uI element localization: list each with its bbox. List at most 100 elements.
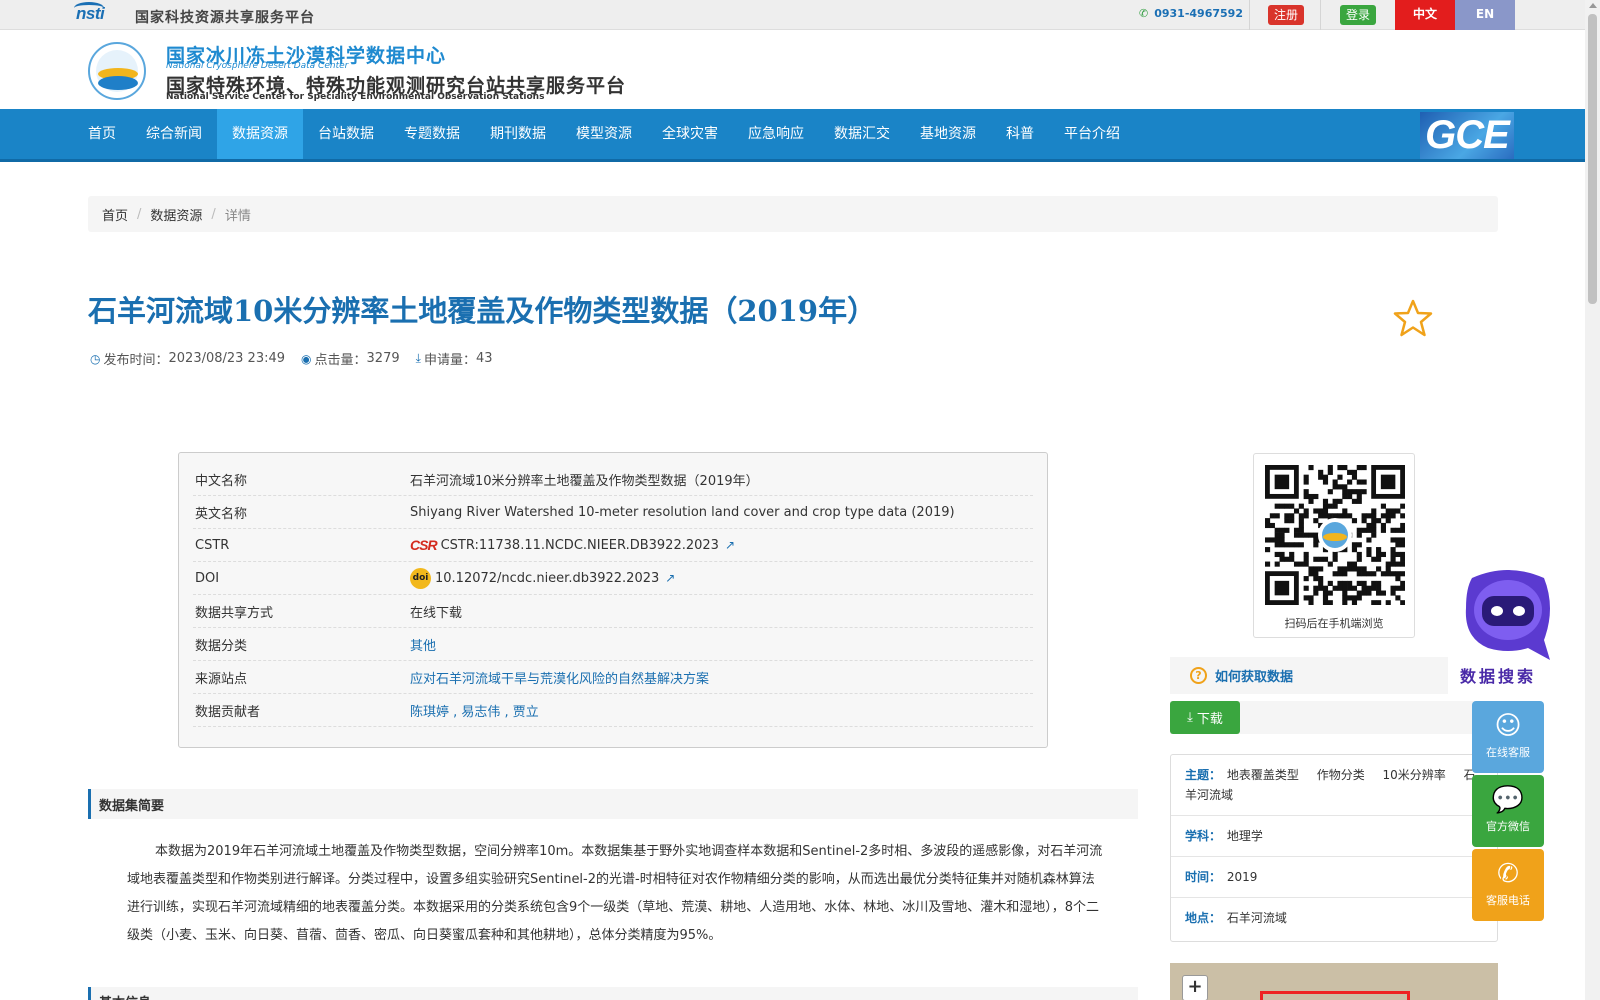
info-value-share-method: 在线下载 bbox=[410, 605, 463, 621]
theme-row: 主题： 地表覆盖类型 作物分类 10米分辨率 石羊河流域 bbox=[1171, 755, 1497, 816]
doi-text[interactable]: 10.12072/ncdc.nieer.db3922.2023 bbox=[435, 571, 659, 586]
data-search-label[interactable]: 数据搜索 bbox=[1460, 663, 1536, 687]
theme-label: 主题： bbox=[1185, 768, 1222, 782]
time-tag[interactable]: 2019 bbox=[1227, 870, 1258, 884]
info-row-contributors: 数据贡献者 陈琪婷 , 易志伟 , 贾立 bbox=[193, 694, 1033, 727]
nav-item-news[interactable]: 综合新闻 bbox=[131, 109, 217, 159]
info-row-doi: DOI doi 10.12072/ncdc.nieer.db3922.2023 … bbox=[193, 562, 1033, 595]
nav-item-emergency[interactable]: 应急响应 bbox=[733, 109, 819, 159]
info-value-doi: doi 10.12072/ncdc.nieer.db3922.2023 ↗ bbox=[410, 567, 675, 589]
info-value-source-station-link[interactable]: 应对石羊河流域干旱与荒漠化风险的自然基解决方案 bbox=[410, 668, 709, 687]
nav-item-data-resources[interactable]: 数据资源 bbox=[217, 109, 303, 159]
nav-item-about[interactable]: 平台介绍 bbox=[1049, 109, 1135, 159]
info-row-category: 数据分类 其他 bbox=[193, 628, 1033, 661]
breadcrumb-home[interactable]: 首页 bbox=[102, 205, 128, 224]
info-value-category-link[interactable]: 其他 bbox=[410, 635, 436, 654]
external-link-icon[interactable]: ↗ bbox=[725, 538, 735, 552]
theme-tag[interactable]: 作物分类 bbox=[1317, 768, 1365, 782]
center-emblem-logo[interactable] bbox=[88, 42, 146, 100]
external-link-icon[interactable]: ↗ bbox=[665, 571, 675, 585]
info-key: 中文名称 bbox=[195, 473, 248, 489]
cstr-text[interactable]: CSTR:11738.11.NCDC.NIEER.DB3922.2023 bbox=[441, 538, 719, 553]
discipline-tag[interactable]: 地理学 bbox=[1227, 829, 1263, 843]
place-tag[interactable]: 石羊河流域 bbox=[1227, 911, 1287, 925]
nav-item-topic-data[interactable]: 专题数据 bbox=[389, 109, 475, 159]
info-row-share-method: 数据共享方式 在线下载 bbox=[193, 595, 1033, 628]
service-name-en: National Service Center for Speciality E… bbox=[166, 92, 545, 102]
info-value-cstr: CSR CSTR:11738.11.NCDC.NIEER.DB3922.2023… bbox=[410, 537, 735, 553]
time-row: 时间： 2019 bbox=[1171, 857, 1497, 898]
breadcrumb-separator: / bbox=[137, 206, 142, 222]
breadcrumb: 首页 / 数据资源 / 详情 bbox=[88, 196, 1498, 232]
click-count: ◉ 点击量： 3279 bbox=[301, 351, 400, 368]
info-key: 英文名称 bbox=[195, 506, 248, 522]
phone-number: ✆ 0931-4967592 bbox=[1139, 7, 1243, 20]
nav-item-model-resources[interactable]: 模型资源 bbox=[561, 109, 647, 159]
online-service-button[interactable]: ☺ 在线客服 bbox=[1472, 701, 1544, 773]
info-key: 数据分类 bbox=[195, 638, 248, 654]
info-key: CSTR bbox=[195, 537, 230, 553]
info-key: DOI bbox=[195, 570, 220, 586]
download-icon: ⤓ bbox=[415, 351, 421, 365]
wechat-button[interactable]: 💬 官方微信 bbox=[1472, 775, 1544, 847]
service-phone-button[interactable]: ✆ 客服电话 bbox=[1472, 849, 1544, 921]
abstract-text: 本数据为2019年石羊河流域土地覆盖及作物类型数据，空间分辨率10m。本数据集基… bbox=[127, 844, 1103, 943]
info-value-cn-name: 石羊河流域10米分辨率土地覆盖及作物类型数据（2019年） bbox=[410, 473, 759, 489]
nav-item-station-data[interactable]: 台站数据 bbox=[303, 109, 389, 159]
place-row: 地点： 石羊河流域 bbox=[1171, 898, 1497, 938]
dataset-tags-panel: 主题： 地表覆盖类型 作物分类 10米分辨率 石羊河流域 学科： 地理学 时间：… bbox=[1170, 754, 1498, 942]
info-value-contributors-link[interactable]: 陈琪婷 , 易志伟 , 贾立 bbox=[410, 701, 539, 720]
dataset-info-table: 中文名称 石羊河流域10米分辨率土地覆盖及作物类型数据（2019年） 英文名称 … bbox=[178, 452, 1048, 748]
theme-tag[interactable]: 10米分辨率 bbox=[1383, 768, 1446, 782]
dataset-meta: ◷ 发布时间： 2023/08/23 23:49 ◉ 点击量： 3279 ⤓ 申请量： 43 bbox=[90, 349, 509, 368]
register-button[interactable]: 注册 bbox=[1268, 5, 1304, 25]
site-header: 国家冰川冻土沙漠科学数据中心 National Cryosphere Deser… bbox=[0, 31, 1585, 109]
info-key: 数据贡献者 bbox=[195, 704, 261, 720]
scrollbar-thumb[interactable] bbox=[1588, 14, 1597, 304]
how-to-get-data-label: 如何获取数据 bbox=[1215, 670, 1294, 685]
request-count: ⤓ 申请量： 43 bbox=[415, 351, 493, 368]
main-nav: 首页 综合新闻 数据资源 台站数据 专题数据 期刊数据 模型资源 全球灾害 应急… bbox=[0, 109, 1585, 162]
place-label: 地点： bbox=[1185, 911, 1222, 925]
page-scrollbar[interactable] bbox=[1585, 0, 1600, 1000]
info-row-cn-name: 中文名称 石羊河流域10米分辨率土地覆盖及作物类型数据（2019年） bbox=[193, 463, 1033, 496]
platform-name[interactable]: 国家科技资源共享服务平台 bbox=[135, 7, 315, 27]
favorite-star-icon[interactable] bbox=[1393, 298, 1433, 338]
nav-item-journal-data[interactable]: 期刊数据 bbox=[475, 109, 561, 159]
qr-code-panel: 扫码后在手机端浏览 bbox=[1253, 453, 1415, 638]
info-value-en-name: Shiyang River Watershed 10-meter resolut… bbox=[410, 504, 955, 520]
info-key: 来源站点 bbox=[195, 671, 248, 687]
discipline-label: 学科： bbox=[1185, 829, 1222, 843]
discipline-row: 学科： 地理学 bbox=[1171, 816, 1497, 857]
lang-zh-button[interactable]: 中文 bbox=[1395, 0, 1455, 30]
map-extent-box bbox=[1260, 991, 1410, 1000]
nav-item-global-disasters[interactable]: 全球灾害 bbox=[647, 109, 733, 159]
breadcrumb-current: 详情 bbox=[224, 208, 251, 224]
doi-logo-icon: doi bbox=[410, 567, 431, 589]
map-zoom-in-button[interactable]: + bbox=[1182, 975, 1208, 1000]
time-label: 时间： bbox=[1185, 870, 1222, 884]
cstr-logo-icon: CSR bbox=[410, 537, 438, 553]
clock-icon: ◷ bbox=[90, 351, 101, 366]
eye-icon: ◉ bbox=[301, 351, 312, 366]
lang-en-button[interactable]: EN bbox=[1455, 0, 1515, 30]
gce-logo[interactable]: GCE bbox=[1420, 112, 1514, 159]
nav-item-home[interactable]: 首页 bbox=[73, 109, 131, 159]
abstract-section-title: 数据集简要 bbox=[88, 789, 1138, 819]
how-to-get-data[interactable]: ? 如何获取数据 bbox=[1170, 657, 1448, 694]
phone-icon: ✆ bbox=[1497, 859, 1519, 889]
login-button[interactable]: 登录 bbox=[1340, 5, 1376, 25]
scroll-up-arrow-icon[interactable] bbox=[1589, 3, 1597, 8]
nav-item-base-resources[interactable]: 基地资源 bbox=[905, 109, 991, 159]
nav-item-science[interactable]: 科普 bbox=[991, 109, 1049, 159]
theme-tag[interactable]: 地表覆盖类型 bbox=[1227, 768, 1299, 782]
nsti-logo[interactable]: nsti bbox=[74, 2, 105, 24]
dataset-location-map[interactable]: + bbox=[1170, 963, 1498, 1000]
info-row-en-name: 英文名称 Shiyang River Watershed 10-meter re… bbox=[193, 496, 1033, 529]
center-name-en: National Cryosphere Desert Data Center bbox=[166, 61, 349, 71]
breadcrumb-separator: / bbox=[211, 206, 216, 222]
download-icon: ⤓ bbox=[1187, 710, 1193, 725]
nav-item-data-submission[interactable]: 数据汇交 bbox=[819, 109, 905, 159]
download-button[interactable]: ⤓ 下载 bbox=[1170, 701, 1240, 734]
breadcrumb-data-resources[interactable]: 数据资源 bbox=[150, 205, 202, 224]
